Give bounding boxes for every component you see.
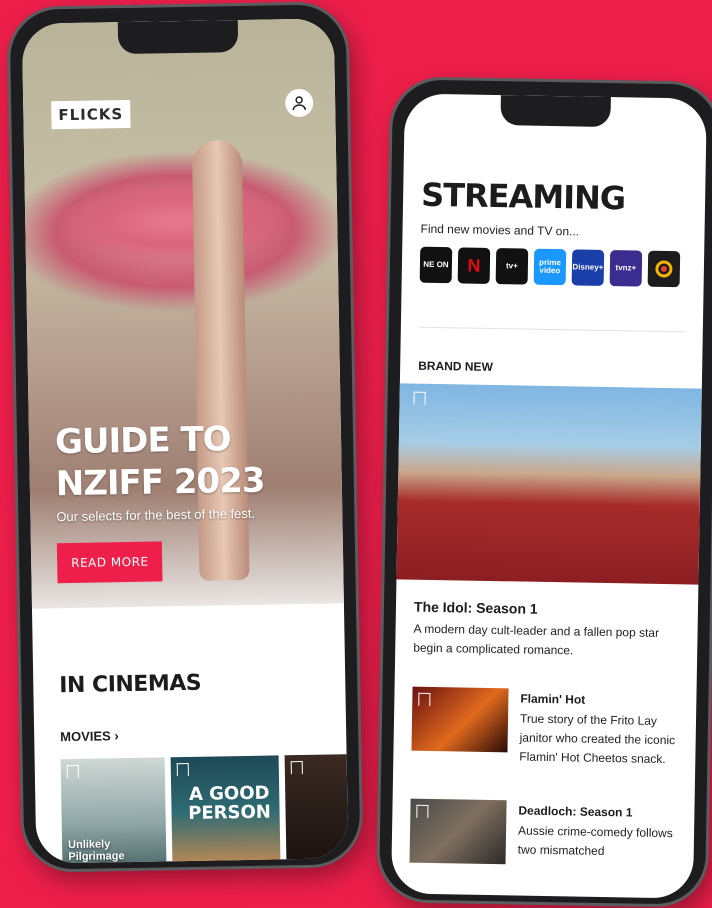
brand-logo[interactable]: FLICKS [51, 99, 131, 130]
divider [418, 326, 685, 333]
side-button [7, 210, 13, 271]
netflix-logo[interactable]: N [457, 247, 491, 284]
tvnz-label: tvnz+ [615, 263, 637, 273]
section-title-in-cinemas: IN CINEMAS [59, 670, 202, 699]
hero-title: GUIDE TO NZIFF 2023 [55, 417, 296, 505]
phone-left-screen: FLICKS GUIDE TO NZIFF 2023 Our selects f… [21, 18, 349, 864]
side-button [381, 364, 387, 425]
section-label-brand-new: BRAND NEW [418, 358, 493, 374]
read-more-button[interactable]: READ MORE [56, 541, 163, 584]
list-item-title[interactable]: Deadloch: Season 1 [518, 804, 632, 820]
google-play-logo[interactable] [647, 250, 681, 288]
phone-right: STREAMING Find new movies and TV on... N… [375, 76, 712, 908]
bookmark-icon[interactable] [176, 762, 189, 777]
google-play-icon [655, 260, 673, 278]
bookmark-icon[interactable] [418, 692, 431, 706]
page-subtitle: Find new movies and TV on... [420, 221, 580, 239]
bookmark-icon[interactable] [413, 391, 426, 405]
netflix-label: N [467, 255, 481, 276]
chevron-right-icon: › [114, 728, 119, 744]
hero-title-line1: GUIDE TO [54, 419, 231, 463]
list-item-image[interactable] [411, 686, 509, 753]
phone-right-screen: STREAMING Find new movies and TV on... N… [390, 93, 707, 899]
prime-video-label: prime video [539, 257, 561, 276]
phone-left: FLICKS GUIDE TO NZIFF 2023 Our selects f… [6, 1, 364, 873]
page-title: STREAMING [420, 175, 626, 218]
bookmark-icon[interactable] [290, 760, 303, 775]
prime-video-logo[interactable]: prime video [533, 248, 567, 286]
bookmark-icon[interactable] [416, 804, 429, 818]
side-button [382, 289, 388, 350]
poster-title: Unlikely Pilgrimage [67, 838, 125, 864]
feature-image[interactable] [396, 383, 702, 585]
apple-tv-logo[interactable]: tv+ [495, 248, 529, 285]
neon-logo[interactable]: NE ON [419, 246, 453, 284]
list-item-title[interactable]: Flamin' Hot [520, 692, 585, 707]
feature-title[interactable]: The Idol: Season 1 [414, 599, 538, 617]
poster-title: A GOOD PERSON [188, 782, 272, 824]
list-item-description: Aussie crime-comedy follows two mismatch… [517, 823, 673, 859]
movie-poster[interactable]: A GOOD PERSON [170, 755, 281, 864]
movies-link[interactable]: MOVIES › [60, 728, 119, 744]
hero-title-line2: NZIFF 2023 [55, 460, 265, 505]
streaming-services-row: NE ON N tv+ prime video Disney+ tvnz+ [419, 246, 681, 288]
notch [500, 95, 611, 128]
apple-tv-label: tv+ [505, 261, 518, 271]
list-item-image[interactable] [409, 798, 507, 865]
disney-plus-logo[interactable]: Disney+ [571, 249, 605, 286]
disney-plus-label: Disney+ [572, 262, 604, 272]
list-item-description: True story of the Frito Lay janitor who … [519, 711, 676, 767]
movie-poster[interactable] [284, 754, 349, 864]
bookmark-icon[interactable] [66, 764, 79, 779]
side-button [383, 229, 389, 270]
movie-poster[interactable]: Unlikely Pilgrimage [60, 757, 167, 864]
notch [117, 20, 239, 55]
tvnz-logo[interactable]: tvnz+ [609, 250, 643, 287]
feature-description: A modern day cult-leader and a fallen po… [413, 621, 660, 658]
neon-label: NE ON [423, 259, 449, 270]
movies-link-label: MOVIES [60, 728, 111, 745]
